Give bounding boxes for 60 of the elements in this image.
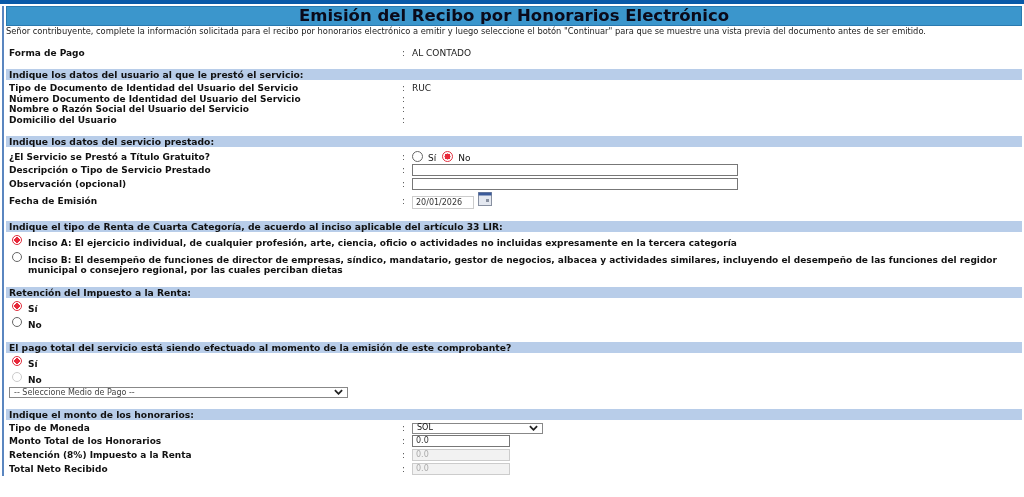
colon-separator: : [402, 114, 407, 126]
section-heading: Indique el tipo de Renta de Cuarta Categoría, de acuerdo al inciso aplicable del artículo 33 LIR: [6, 221, 1022, 233]
intro-text: Señor contribuyente, complete la información solicitada para el recibo por honorarios electrónico a emitir y luego seleccione el botón "Continuar" para que se muestre una vista previa del documento antes de ser emitido. [6, 26, 927, 37]
colon-separator: : [402, 48, 407, 59]
colon-separator: : [402, 151, 407, 162]
field-label: Domicilio del Usuario [9, 114, 118, 126]
option-label: Sí [28, 303, 39, 315]
text-input[interactable] [412, 178, 738, 191]
field-label: Observación (opcional) [9, 179, 128, 190]
currency-select[interactable]: SOL [412, 422, 543, 434]
chevron-icon [529, 425, 538, 432]
section-heading: El pago total del servicio está siendo efectuado al momento de la emisión de este comprobante? [6, 341, 1022, 353]
radio-button[interactable] [12, 235, 22, 246]
field-label: Tipo de Documento de Identidad del Usuario del Servicio [9, 83, 300, 94]
field-label: Monto Total de los Honorarios [9, 435, 163, 447]
section-heading: Indique el monto de los honorarios: [6, 408, 1022, 420]
radio-button[interactable] [12, 251, 22, 262]
chevron-icon [334, 389, 343, 396]
field-label: Total Neto Recibido [9, 463, 109, 475]
radio-button[interactable] [412, 151, 423, 163]
option-label: Inciso B: El desempeño de funciones de director de empresas, síndico, mandatario, gestor de negocios, albacea y actividades similares, incluyendo el desempeño de las funciones del regidor municipal o consejero regional, por las cuales perciban dietas [28, 254, 998, 276]
radio-button[interactable] [12, 317, 22, 328]
option-label: No [458, 153, 471, 164]
option-label: Inciso A: El ejercicio individual, de cualquier profesión, arte, ciencia, oficio o actividades no incluidas expresamente en la tercera categoría [28, 238, 738, 249]
field-label: Forma de Pago [9, 48, 86, 59]
option-label: No [28, 320, 43, 331]
section-heading: Indique los datos del usuario al que le prestó el servicio: [6, 69, 1022, 81]
colon-separator: : [402, 449, 407, 461]
colon-separator: : [402, 104, 407, 115]
payment-method-select[interactable]: -- Seleccione Medio de Pago -- [9, 386, 348, 398]
colon-separator: : [402, 179, 407, 190]
option-label: No [28, 375, 43, 386]
field-label: ¿El Servicio se Prestó a Título Gratuito? [9, 151, 211, 162]
colon-separator: : [402, 423, 407, 434]
colon-separator: : [402, 435, 407, 447]
field-label: Nombre o Razón Social del Usuario del Servicio [9, 104, 250, 115]
colon-separator: : [402, 165, 407, 176]
radio-button[interactable] [12, 355, 22, 366]
field-label: Fecha de Emisión [9, 195, 99, 207]
section-heading: Retención del Impuesto a la Renta: [6, 286, 1022, 298]
option-label: Sí [28, 358, 39, 370]
radio-button[interactable] [442, 151, 454, 163]
text-input[interactable] [412, 164, 738, 177]
section-heading: Indique los datos del servicio prestado: [6, 136, 1022, 148]
date-input[interactable]: 20/01/2026 [412, 196, 474, 210]
field-label: Tipo de Moneda [9, 423, 91, 434]
field-value: AL CONTADO [412, 48, 472, 59]
amount-input[interactable]: 0.0 [412, 434, 510, 447]
colon-separator: : [402, 83, 407, 94]
colon-separator: : [402, 195, 407, 207]
field-label: Número Documento de Identidad del Usuario del Servicio [9, 93, 302, 104]
colon-separator: : [402, 463, 407, 475]
field-value: RUC [412, 83, 432, 94]
colon-separator: : [402, 93, 407, 105]
radio-button[interactable] [12, 300, 22, 311]
page-title: Emisión del Recibo por Honorarios Electrónico [6, 6, 1022, 26]
calendar-icon[interactable] [478, 191, 492, 206]
field-label: Descripción o Tipo de Servicio Prestado [9, 165, 212, 176]
option-label: Sí [428, 153, 437, 164]
field-label: Retención (8%) Impuesto a la Renta [9, 449, 193, 461]
